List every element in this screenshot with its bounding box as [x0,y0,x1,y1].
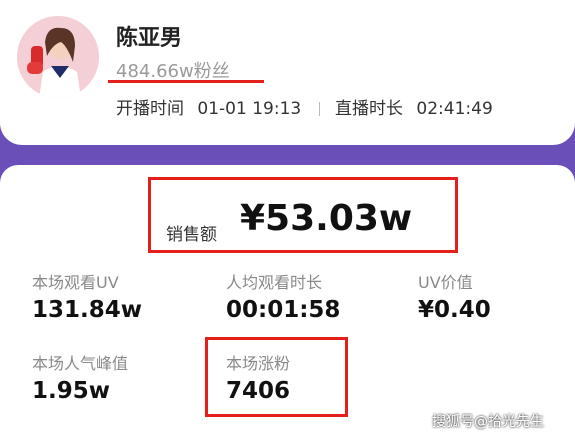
watermark: 搜狐号@拾光先生 [432,414,544,430]
new-fans-highlight-box [205,337,348,417]
stat-value-avg-watch-time: 00:01:58 [226,297,341,323]
start-time-label: 开播时间 [116,99,184,119]
sales-value: ¥53.03w [240,198,413,239]
stat-label-uv-value: UV价值 [418,273,473,292]
stat-value-new-fans: 7406 [226,378,291,404]
duration-label: 直播时长 [335,99,404,119]
stat-label-new-fans: 本场涨粉 [226,354,291,373]
avatar[interactable] [17,16,99,98]
streamer-header-card: 陈亚男 484.66w粉丝 开播时间 01-01 19:13 直播时长 02:4… [0,0,575,145]
stat-label-avg-watch-time: 人均观看时长 [226,273,323,292]
sales-label: 销售额 [166,225,217,245]
purple-divider-band [0,145,575,165]
stat-value-uv-value: ¥0.40 [418,297,491,323]
stat-label-peak-popularity: 本场人气峰值 [32,354,129,373]
duration-value: 02:41:49 [416,99,493,119]
fan-count-highlight-underline [108,80,264,83]
stat-label-uv: 本场观看UV [32,273,119,292]
live-meta-row: 开播时间 01-01 19:13 直播时长 02:41:49 [116,94,493,119]
meta-divider [318,102,320,116]
stat-value-peak-popularity: 1.95w [32,378,110,404]
streamer-name: 陈亚男 [116,26,183,51]
avatar-portrait-icon [17,16,99,98]
stat-value-uv: 131.84w [32,297,143,323]
start-time-value: 01-01 19:13 [197,99,302,119]
